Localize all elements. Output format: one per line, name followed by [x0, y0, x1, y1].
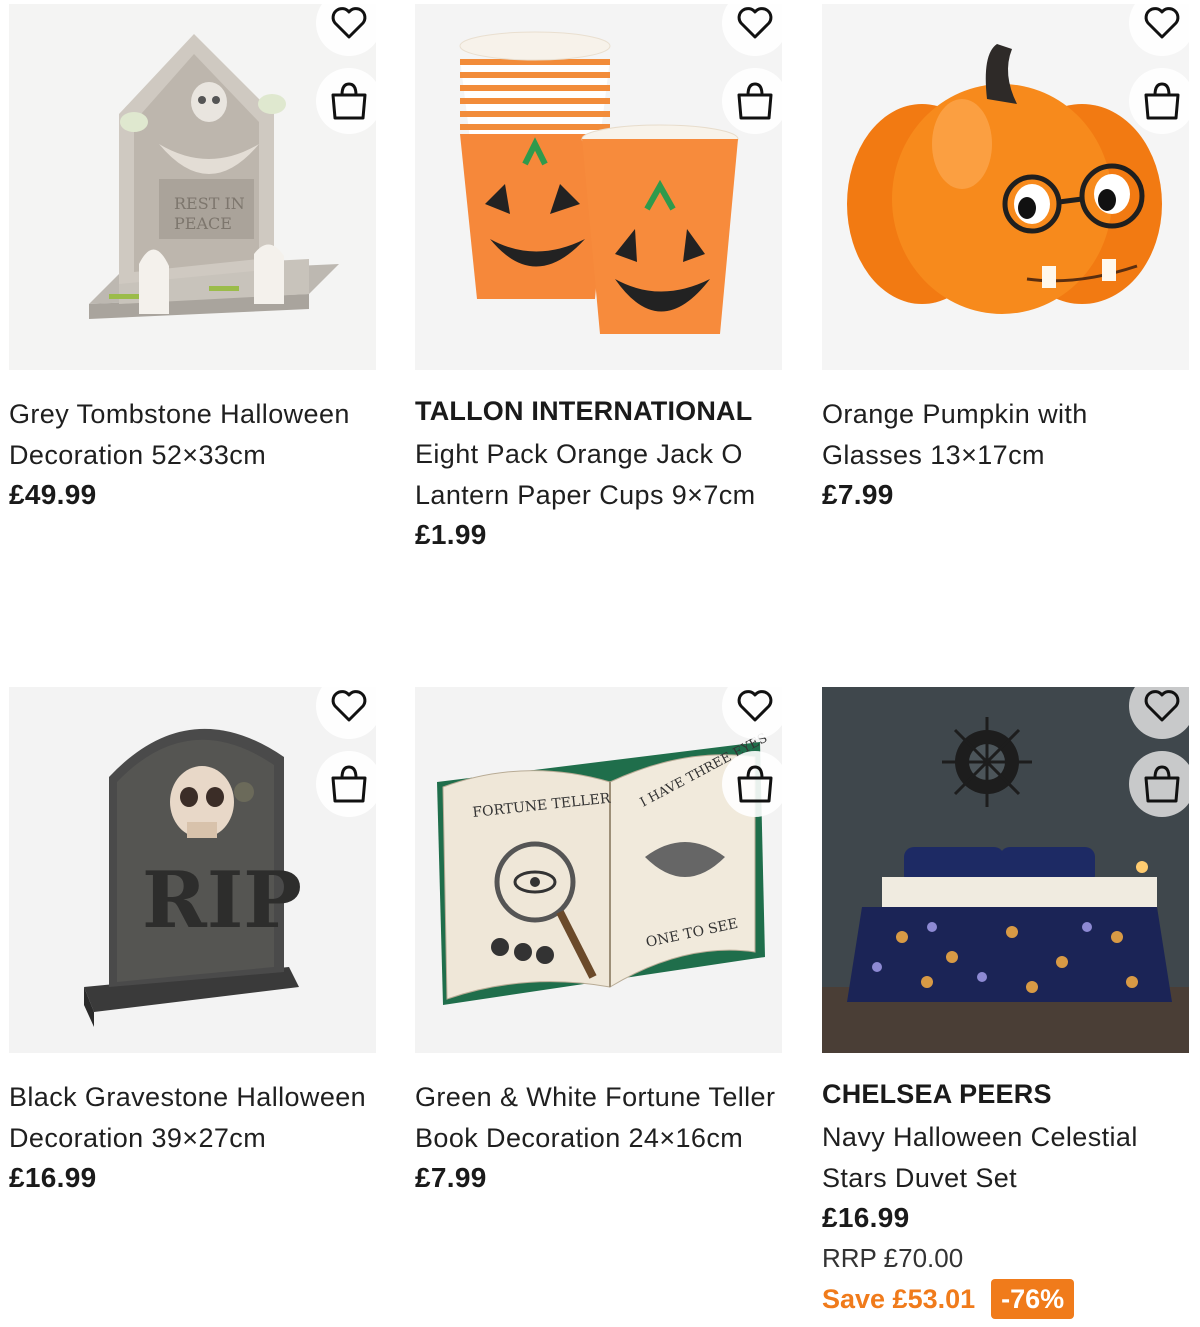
product-image[interactable]	[822, 687, 1189, 1053]
shopping-bag-icon	[737, 765, 773, 803]
discount-badge: -76%	[991, 1279, 1075, 1319]
product-price: £16.99	[9, 1162, 97, 1193]
product-brand: CHELSEA PEERS	[822, 1079, 1052, 1109]
add-to-bag-button[interactable]	[1129, 751, 1189, 817]
rrp-price: RRP £70.00	[822, 1243, 964, 1273]
shopping-bag-icon	[331, 765, 367, 803]
shopping-bag-icon	[331, 82, 367, 120]
product-title[interactable]: Green & White Fortune Teller Book Decora…	[415, 1077, 782, 1158]
navy-duvet-bedroom-image	[822, 687, 1189, 1053]
heart-outline-icon	[1144, 7, 1180, 39]
product-card[interactable]: REST IN PEACE Grey Tombstone Halloween D…	[9, 4, 376, 510]
pumpkin-paper-cups-image	[459, 31, 739, 334]
product-price: £1.99	[415, 519, 487, 550]
product-info: CHELSEA PEERS Navy Halloween Celestial S…	[822, 1075, 1189, 1320]
shopping-bag-icon	[1144, 82, 1180, 120]
savings-row: Save £53.01 -76%	[822, 1278, 1189, 1320]
product-title[interactable]: Eight Pack Orange Jack O Lantern Paper C…	[415, 434, 782, 515]
gravestone-text: RIP	[142, 855, 302, 946]
product-info: TALLON INTERNATIONAL Eight Pack Orange J…	[415, 392, 782, 555]
product-price: £7.99	[822, 479, 894, 510]
product-image[interactable]: REST IN PEACE	[9, 4, 376, 370]
add-to-bag-button[interactable]	[722, 751, 782, 817]
heart-outline-icon	[1144, 690, 1180, 722]
product-card[interactable]: CHELSEA PEERS Navy Halloween Celestial S…	[822, 687, 1189, 1319]
heart-outline-icon	[737, 690, 773, 722]
rip-gravestone-image: RIP	[84, 728, 302, 1027]
product-info: Green & White Fortune Teller Book Decora…	[415, 1077, 782, 1198]
product-brand: TALLON INTERNATIONAL	[415, 396, 753, 426]
product-title[interactable]: Black Gravestone Halloween Decoration 39…	[9, 1077, 376, 1158]
product-image[interactable]	[415, 4, 782, 370]
product-price: £49.99	[9, 479, 97, 510]
product-info: Orange Pumpkin with Glasses 13×17cm £7.9…	[822, 394, 1189, 515]
product-price: £7.99	[415, 1162, 487, 1193]
savings-amount: Save £53.01	[822, 1283, 976, 1314]
svg-text:PEACE: PEACE	[174, 214, 232, 233]
add-to-bag-button[interactable]	[722, 68, 782, 134]
product-card[interactable]: Orange Pumpkin with Glasses 13×17cm £7.9…	[822, 4, 1189, 510]
add-to-bag-button[interactable]	[316, 68, 376, 134]
product-image[interactable]: RIP	[9, 687, 376, 1053]
fortune-teller-book-image: FORTUNE TELLER I HAVE THREE EYES ONE TO …	[437, 731, 770, 1005]
heart-outline-icon	[331, 7, 367, 39]
grey-tombstone-image: REST IN PEACE	[89, 34, 339, 319]
product-card[interactable]: TALLON INTERNATIONAL Eight Pack Orange J…	[415, 4, 782, 550]
product-image[interactable]: FORTUNE TELLER I HAVE THREE EYES ONE TO …	[415, 687, 782, 1053]
product-info: Grey Tombstone Halloween Decoration 52×3…	[9, 394, 376, 515]
shopping-bag-icon	[1144, 765, 1180, 803]
heart-outline-icon	[331, 690, 367, 722]
pumpkin-with-glasses-image	[847, 44, 1162, 314]
product-image[interactable]	[822, 4, 1189, 370]
heart-outline-icon	[737, 7, 773, 39]
product-title[interactable]: Grey Tombstone Halloween Decoration 52×3…	[9, 394, 376, 475]
product-info: Black Gravestone Halloween Decoration 39…	[9, 1077, 376, 1198]
product-card[interactable]: RIP Black Gravestone Halloween Decoratio…	[9, 687, 376, 1193]
shopping-bag-icon	[737, 82, 773, 120]
svg-text:REST IN: REST IN	[174, 194, 245, 213]
add-to-bag-button[interactable]	[316, 751, 376, 817]
product-title[interactable]: Orange Pumpkin with Glasses 13×17cm	[822, 394, 1189, 475]
product-price: £16.99	[822, 1202, 910, 1233]
add-to-bag-button[interactable]	[1129, 68, 1189, 134]
product-title[interactable]: Navy Halloween Celestial Stars Duvet Set	[822, 1117, 1189, 1198]
product-card[interactable]: FORTUNE TELLER I HAVE THREE EYES ONE TO …	[415, 687, 782, 1193]
